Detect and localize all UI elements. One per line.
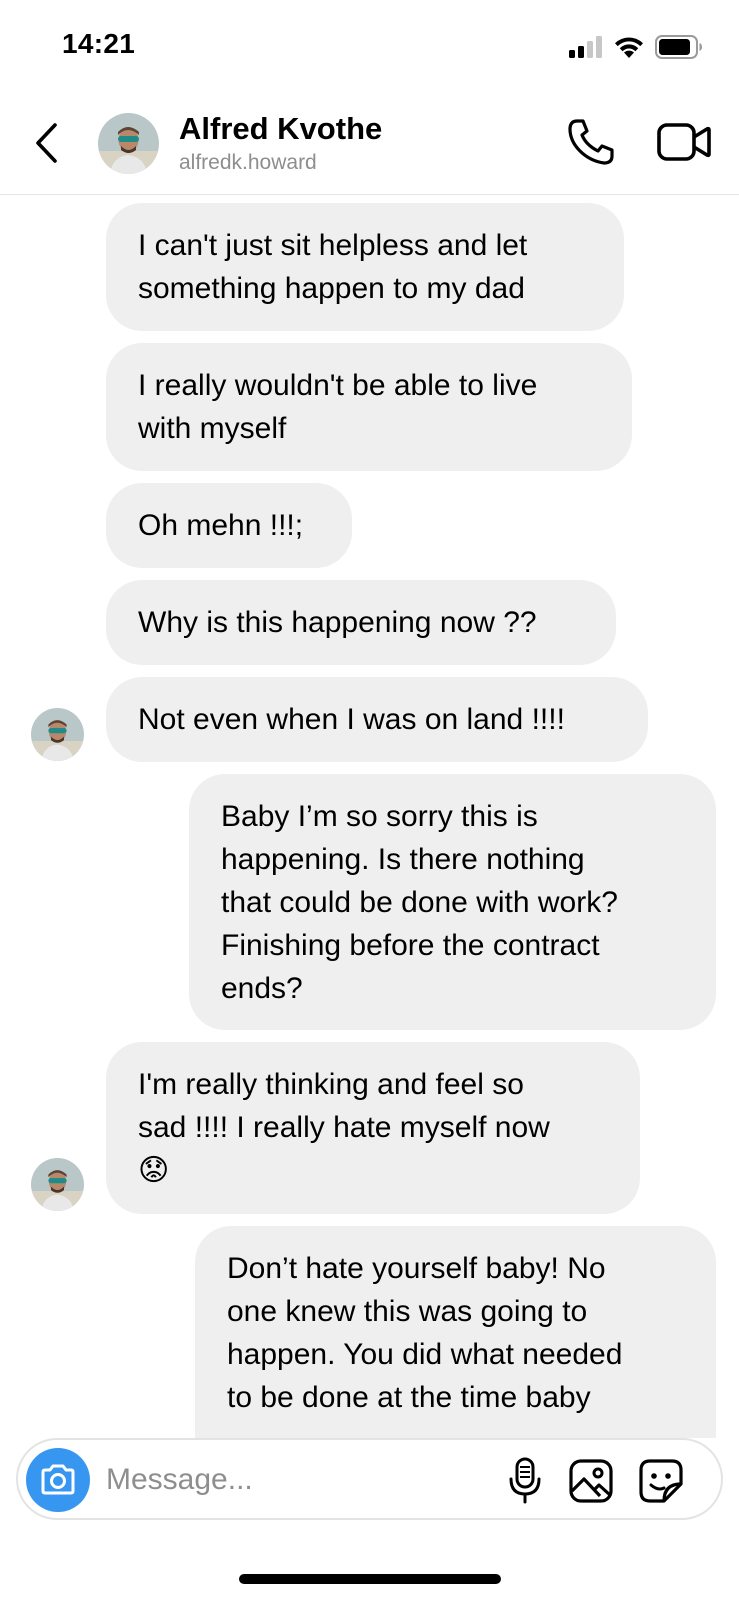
video-camera-icon: [657, 123, 711, 161]
chevron-left-icon: [36, 123, 57, 163]
message-text: I'm really thinking and feel so: [138, 1068, 524, 1101]
camera-button[interactable]: [26, 1448, 90, 1512]
message-bubble-sent[interactable]: Don’t hate yourself baby! No one knew th…: [195, 1226, 716, 1438]
message-bubble-sent[interactable]: Baby I’m so sorry this is happening. Is …: [189, 774, 716, 1030]
image-icon: [569, 1459, 613, 1503]
contact-username[interactable]: alfredk.howard: [179, 151, 317, 175]
contact-avatar[interactable]: [98, 113, 159, 174]
message-thread[interactable]: I can't just sit helpless and let someth…: [0, 196, 739, 1438]
video-call-button[interactable]: [656, 117, 712, 167]
message-bubble-received[interactable]: I'm really thinking and feel so sad !!!!…: [106, 1042, 640, 1214]
battery-icon: [655, 35, 702, 59]
message-bubble-received[interactable]: Why is this happening now ??: [106, 580, 616, 665]
message-text: to be done at the time baby: [227, 1381, 591, 1414]
message-text: Don’t hate yourself baby! No: [227, 1252, 606, 1285]
profile-photo-icon: [31, 708, 84, 761]
signal-icon: [569, 36, 602, 58]
message-text: something happen to my dad: [138, 272, 525, 305]
status-bar: 14:21: [0, 0, 739, 95]
camera-icon: [41, 1464, 75, 1495]
chat-header: Alfred Kvothe alfredk.howard: [0, 95, 739, 195]
profile-photo-icon: [31, 1158, 84, 1211]
message-bubble-received[interactable]: I really wouldn't be able to live with m…: [106, 343, 632, 471]
message-bubble-received[interactable]: Oh mehn !!!;: [106, 483, 352, 568]
home-indicator[interactable]: [239, 1574, 501, 1584]
message-text: Not even when I was on land !!!!: [138, 703, 565, 736]
sticker-icon: [639, 1459, 683, 1503]
voice-message-button[interactable]: [500, 1456, 550, 1506]
message-bubble-received[interactable]: Not even when I was on land !!!!: [106, 677, 648, 762]
message-text: I can't just sit helpless and let: [138, 229, 528, 262]
message-bubble-received[interactable]: I can't just sit helpless and let someth…: [106, 203, 624, 331]
emoji-worried: 😟: [138, 1153, 170, 1188]
status-time: 14:21: [62, 28, 136, 59]
message-text: sad !!!! I really hate myself now: [138, 1111, 550, 1144]
wifi-icon: [615, 37, 643, 58]
message-text: Finishing before the contract: [221, 929, 600, 962]
message-text: I really wouldn't be able to live: [138, 369, 538, 402]
message-text: that could be done with work?: [221, 886, 618, 919]
sender-avatar[interactable]: [31, 708, 84, 761]
gallery-button[interactable]: [566, 1456, 616, 1506]
message-text: ends?: [221, 972, 303, 1005]
profile-photo-icon: [98, 113, 159, 174]
audio-call-button[interactable]: [566, 117, 616, 167]
message-text: with myself: [138, 412, 287, 445]
message-input[interactable]: [106, 1452, 486, 1508]
sender-avatar[interactable]: [31, 1158, 84, 1211]
message-text: happening. Is there nothing: [221, 843, 585, 876]
message-text: one knew this was going to: [227, 1295, 588, 1328]
message-text: happen. You did what needed: [227, 1338, 623, 1371]
back-button[interactable]: [28, 117, 64, 169]
microphone-icon: [509, 1457, 541, 1504]
status-icons: [569, 34, 703, 60]
message-composer: [16, 1438, 723, 1520]
message-text: Baby I’m so sorry this is: [221, 800, 538, 833]
message-text: Oh mehn !!!;: [138, 509, 304, 542]
phone-icon: [568, 119, 614, 165]
message-text: Why is this happening now ??: [138, 606, 537, 639]
sticker-button[interactable]: [636, 1456, 686, 1506]
contact-name[interactable]: Alfred Kvothe: [179, 111, 382, 147]
